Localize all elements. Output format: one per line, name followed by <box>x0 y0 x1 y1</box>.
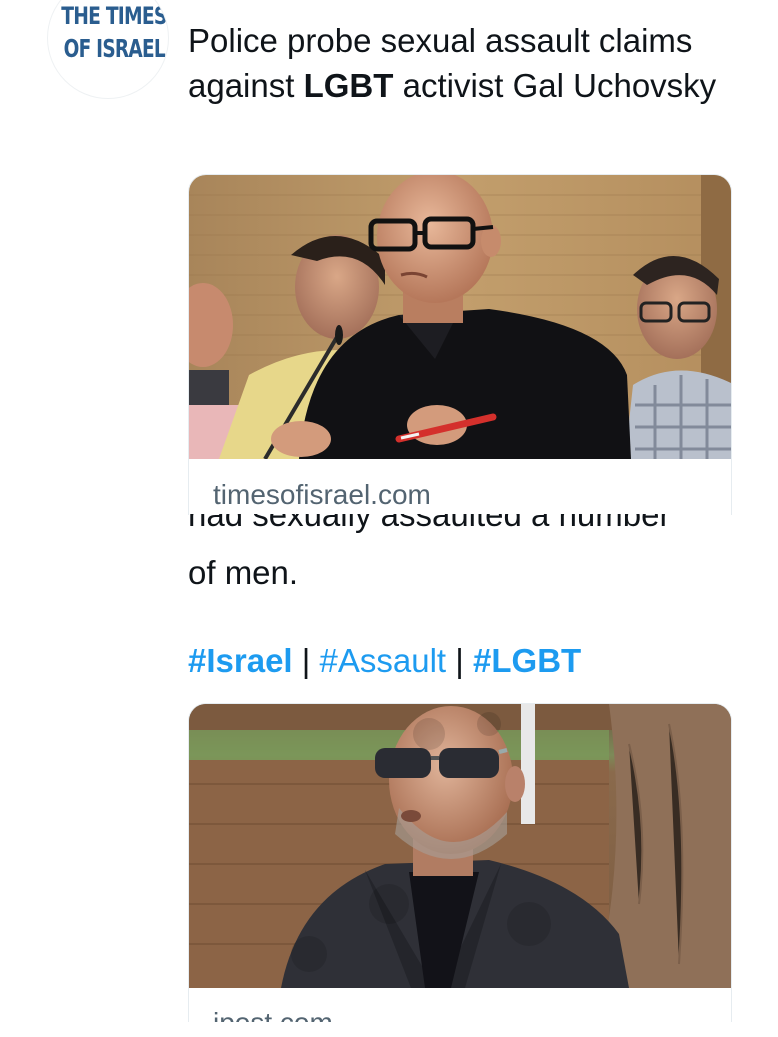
headline-bold-text: LGBT <box>303 67 394 104</box>
avatar[interactable]: THE TIMES OF ISRAEL <box>48 0 168 98</box>
hashtag-row: #Israel | #Assault | #LGBT <box>188 638 581 683</box>
tweet-body-clipped: had sexually assaulted a number <box>188 514 748 540</box>
headline-text-end: activist Gal Uchovsky <box>393 67 717 104</box>
card-domain: timesofisrael.com <box>213 479 431 510</box>
hashtag-israel[interactable]: #Israel <box>188 642 293 679</box>
link-card-jpost[interactable]: jpost.com <box>188 703 732 1022</box>
card-domain: jpost.com <box>213 1007 333 1022</box>
card-photo-man-glasses <box>189 175 731 459</box>
hashtag-assault[interactable]: #Assault <box>320 642 447 679</box>
card-photo-man-sunglasses <box>189 704 731 988</box>
hashtag-lgbt[interactable]: #LGBT <box>473 642 581 679</box>
link-card-timesofisrael[interactable]: timesofisrael.com <box>188 174 732 515</box>
tweet-headline: Police probe sexual assault claims again… <box>188 18 748 108</box>
card-image[interactable] <box>189 704 731 988</box>
hashtag-separator: | <box>301 642 311 679</box>
card-image[interactable] <box>189 175 731 459</box>
tweet-body-text: of men. <box>188 554 299 591</box>
logo-text-line2: OF ISRAEL <box>63 34 166 63</box>
hashtag-separator: | <box>455 642 464 679</box>
logo-text-line1: THE TIMES <box>61 2 167 30</box>
tweet-body-clipped-text: had sexually assaulted a number <box>188 514 671 533</box>
